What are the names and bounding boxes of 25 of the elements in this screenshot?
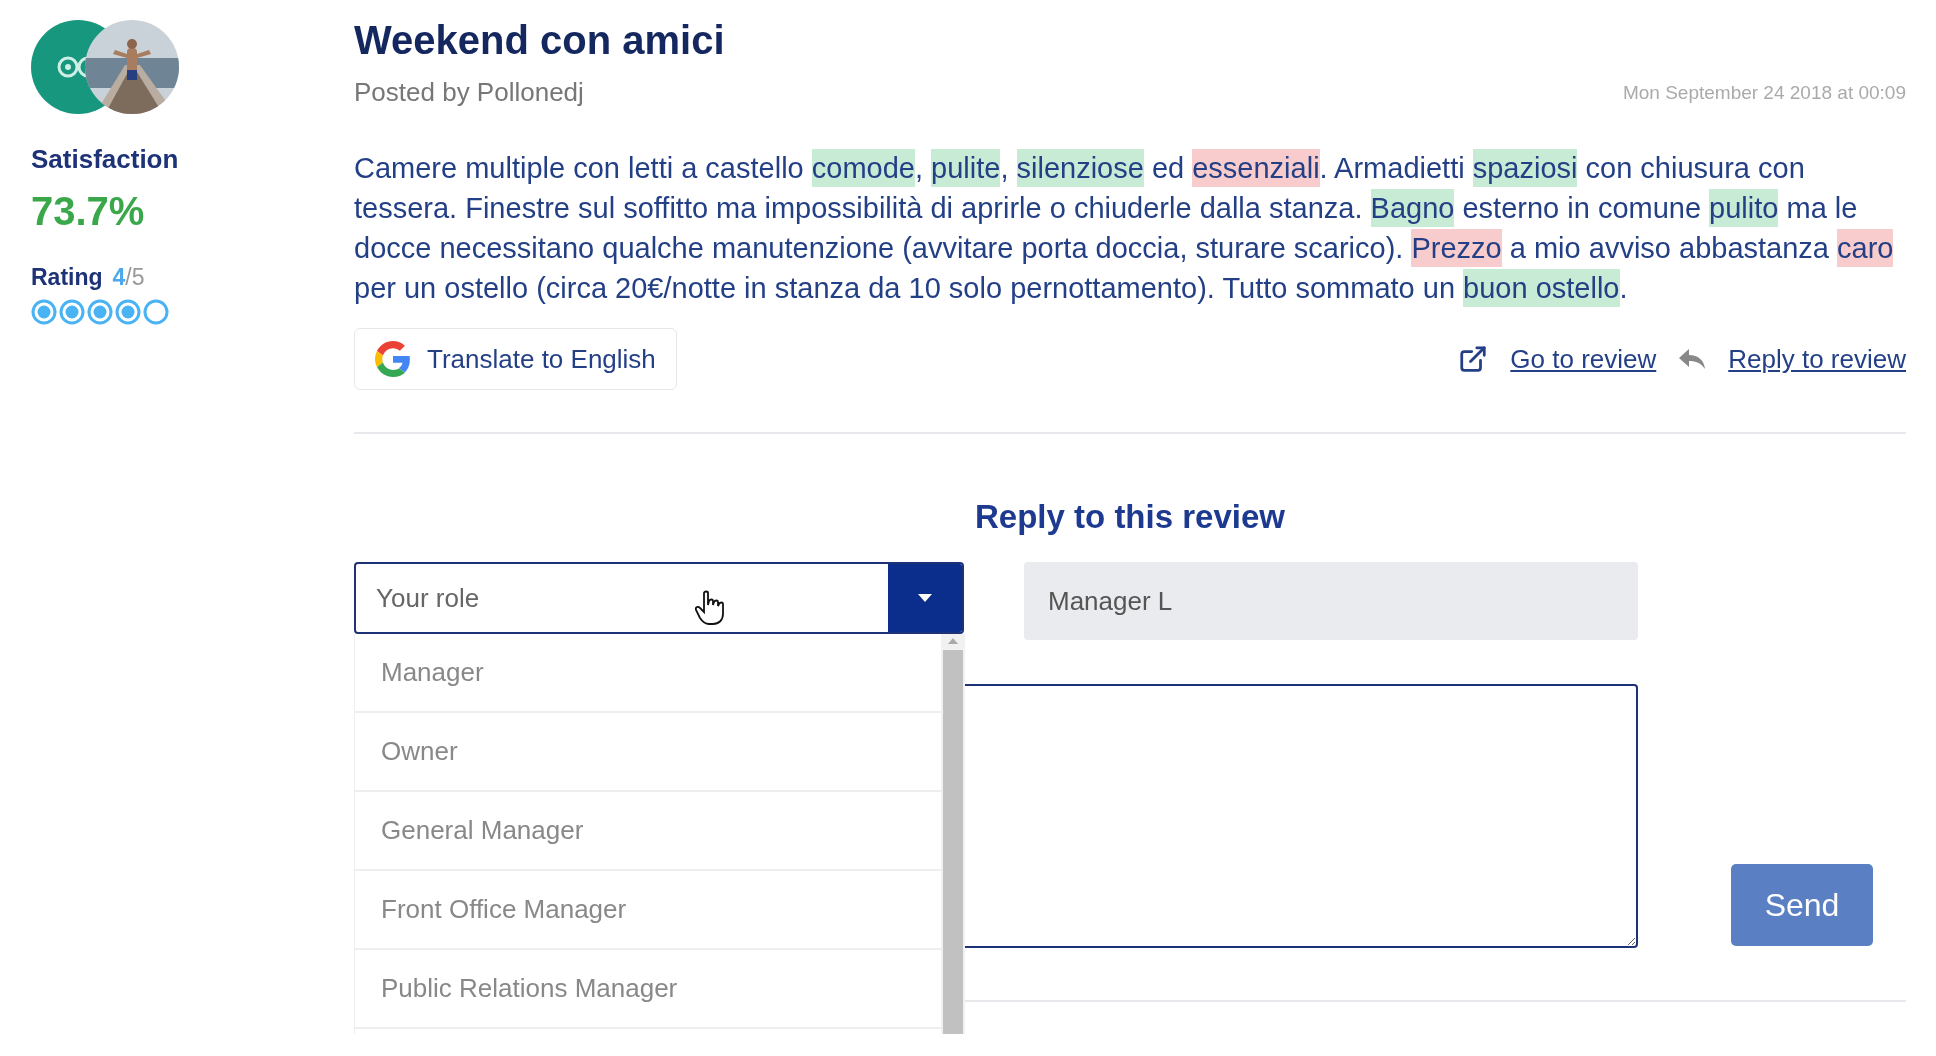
- rating-bubble-empty: [143, 299, 169, 325]
- review-text: Camere multiple con letti a castello comode, pulite, silenziose ed essenziali. Armadietti spaziosi con chiusura con tessera. Finestre sul soffitto ma impossibilità di aprirle o chiuderle dalla stanza. Bagno esterno in comune pulito ma le docce necessitano qualche manutenzione (avvitare porta doccia, sturare scarico). Prezzo a mio avviso abbastanza caro per un ostello (circa 20€/notte in stanza da 10 solo pernottamento). Tutto sommato un buon ostello.: [354, 148, 1906, 308]
- rating-bubble-filled: [59, 299, 85, 325]
- satisfaction-label: Satisfaction: [31, 144, 180, 175]
- review-date: Mon September 24 2018 at 00:09: [1622, 81, 1906, 104]
- review-author: Posted by Pollonedj: [354, 77, 584, 108]
- caret-icon: [918, 594, 932, 602]
- rating-bubble-filled: [87, 299, 113, 325]
- reply-heading: Reply to this review: [974, 498, 1286, 536]
- scrollbar[interactable]: [941, 634, 965, 1034]
- rating-bubble-filled: [31, 299, 57, 325]
- google-icon: [375, 341, 411, 377]
- rating-value: 4/5: [112, 264, 145, 291]
- review-link[interactable]: Go to review: [1510, 343, 1657, 375]
- send-button[interactable]: Send: [1731, 864, 1873, 946]
- rating-label: Rating: [31, 264, 103, 291]
- rating-bubble-filled: [115, 299, 141, 325]
- satisfaction-value: 73.7%: [31, 189, 146, 234]
- role-select[interactable]: Your role: [354, 562, 964, 634]
- external-link-icon: [1458, 344, 1489, 374]
- name-field[interactable]: Manager L: [1024, 562, 1638, 640]
- review-title: Weekend con amici: [354, 18, 726, 63]
- reply-link[interactable]: Reply to review: [1728, 343, 1906, 375]
- reply-arrow-icon: [1678, 347, 1707, 371]
- translate-button[interactable]: Translate to English: [354, 328, 677, 390]
